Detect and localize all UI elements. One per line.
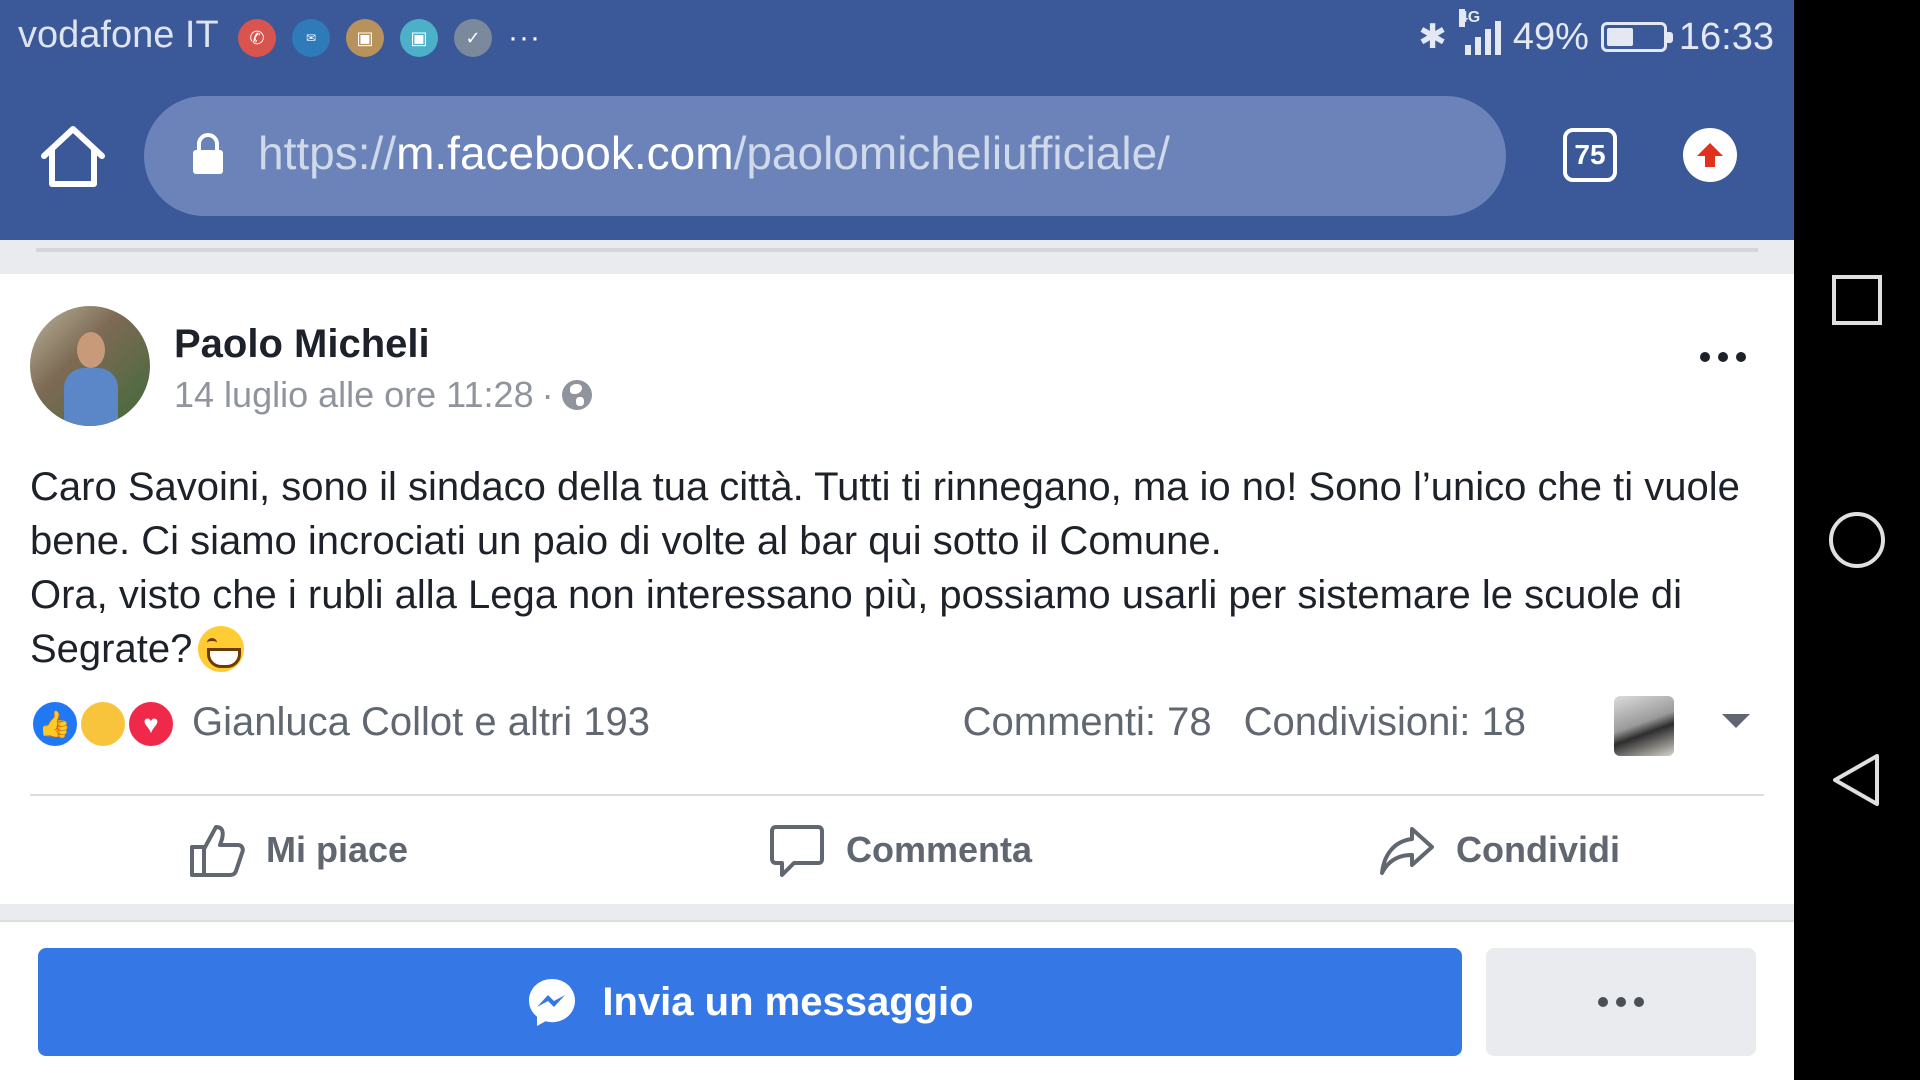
url-path: /paolomicheliufficiale/	[733, 127, 1170, 179]
network-type: 4G	[1458, 9, 1481, 27]
android-nav-bar	[1794, 0, 1920, 1080]
send-message-label: Invia un messaggio	[602, 979, 974, 1024]
url-bar[interactable]: https://m.facebook.com/paolomicheliuffic…	[144, 96, 1506, 216]
status-indicators: ✱ 4G 49% 16:33	[1418, 9, 1774, 62]
dot-icon	[1634, 997, 1644, 1007]
engagement-counts: Commenti: 78 Condivisioni: 18	[963, 700, 1526, 745]
post-card: Paolo Micheli 14 luglio alle ore 11:28 ·…	[0, 274, 1794, 904]
love-reaction-icon[interactable]: ♥	[126, 699, 176, 749]
speech-bubble-icon	[770, 825, 824, 877]
bluetooth-icon: ✱	[1418, 18, 1447, 56]
post-actions: Mi piace Commenta Condividi	[0, 800, 1794, 900]
browser-toolbar: https://m.facebook.com/paolomicheliuffic…	[0, 80, 1794, 236]
more-notifications-icon: ···	[508, 21, 541, 54]
recent-apps-icon[interactable]	[1827, 270, 1887, 330]
url-scheme: https://	[258, 127, 397, 179]
comments-count[interactable]: Commenti: 78	[963, 700, 1212, 745]
section-gap	[0, 904, 1794, 920]
dot-icon	[1598, 997, 1608, 1007]
author-avatar[interactable]	[30, 306, 150, 426]
share-label: Condividi	[1456, 829, 1620, 870]
haha-reaction-icon[interactable]	[78, 699, 128, 749]
post-timestamp[interactable]: 14 luglio alle ore 11:28	[174, 374, 534, 416]
lock-icon: ▣	[346, 19, 384, 57]
meta-separator: ·	[541, 374, 554, 415]
share-button[interactable]: Condividi	[1378, 818, 1620, 882]
mail-icon: ✉	[292, 19, 330, 57]
shares-count[interactable]: Condivisioni: 18	[1244, 700, 1526, 745]
post-meta: 14 luglio alle ore 11:28 ·	[174, 374, 592, 416]
sharer-avatar[interactable]	[1614, 696, 1674, 756]
phone-icon: ✆	[238, 19, 276, 57]
back-icon[interactable]	[1827, 750, 1887, 810]
post-paragraph-text: Ora, visto che i rubli alla Lega non int…	[30, 573, 1682, 671]
dot-icon	[1616, 997, 1626, 1007]
home-icon[interactable]	[38, 124, 108, 190]
author-name[interactable]: Paolo Micheli	[174, 322, 430, 367]
messenger-icon	[529, 979, 576, 1026]
url-text[interactable]: https://m.facebook.com/paolomicheliuffic…	[258, 126, 1170, 180]
dot-icon	[1736, 352, 1746, 362]
comment-label: Commenta	[846, 829, 1033, 870]
grinning-emoji-icon	[198, 626, 245, 672]
carrier-name: vodafone IT	[18, 14, 219, 56]
reactions-summary[interactable]: Gianluca Collot e altri 193	[192, 700, 650, 745]
update-button[interactable]	[1683, 128, 1737, 182]
arrow-up-icon	[1697, 143, 1723, 167]
comment-button[interactable]: Commenta	[768, 818, 1032, 882]
browser-topbar: vodafone IT ✆ ✉ ▣ ▣ ✓ ··· ✱ 4G 49% 16:33	[0, 0, 1794, 240]
send-message-button[interactable]: Invia un messaggio	[38, 948, 1462, 1056]
like-reaction-icon[interactable]: 👍	[30, 699, 80, 749]
check-icon: ✓	[454, 19, 492, 57]
url-host: m.facebook.com	[396, 127, 734, 179]
reactions-row: 👍 ♥ Gianluca Collot e altri 193 Commenti…	[30, 696, 1770, 756]
more-options-button[interactable]	[1486, 948, 1756, 1056]
tab-switcher-button[interactable]: 75	[1563, 128, 1617, 182]
post-paragraph: Ora, visto che i rubli alla Lega non int…	[30, 568, 1770, 676]
like-button[interactable]: Mi piace	[188, 818, 408, 882]
signal-icon: 4G	[1458, 9, 1501, 55]
chevron-down-icon[interactable]	[1722, 714, 1750, 728]
padlock-icon	[193, 133, 223, 174]
like-label: Mi piace	[266, 829, 409, 870]
home-nav-icon[interactable]	[1827, 510, 1887, 570]
post-text: Caro Savoini, sono il sindaco della tua …	[30, 460, 1770, 676]
dot-icon	[1718, 352, 1728, 362]
clock: 16:33	[1678, 15, 1774, 58]
divider	[30, 794, 1764, 796]
status-bar: vodafone IT ✆ ✉ ▣ ▣ ✓ ··· ✱ 4G 49% 16:33	[0, 0, 1794, 76]
post-paragraph: Caro Savoini, sono il sindaco della tua …	[30, 465, 1740, 563]
page-action-bar: Invia un messaggio	[0, 920, 1794, 1080]
battery-icon	[1600, 22, 1673, 52]
page-separator	[0, 240, 1794, 274]
image-icon: ▣	[400, 19, 438, 57]
thumbs-up-icon	[190, 825, 245, 877]
dot-icon	[1700, 352, 1710, 362]
notification-icons: ✆ ✉ ▣ ▣ ✓ ···	[238, 14, 541, 62]
post-options-button[interactable]	[1700, 352, 1746, 362]
globe-icon	[561, 380, 592, 410]
share-arrow-icon	[1380, 827, 1434, 875]
battery-percent: 49%	[1512, 15, 1589, 58]
